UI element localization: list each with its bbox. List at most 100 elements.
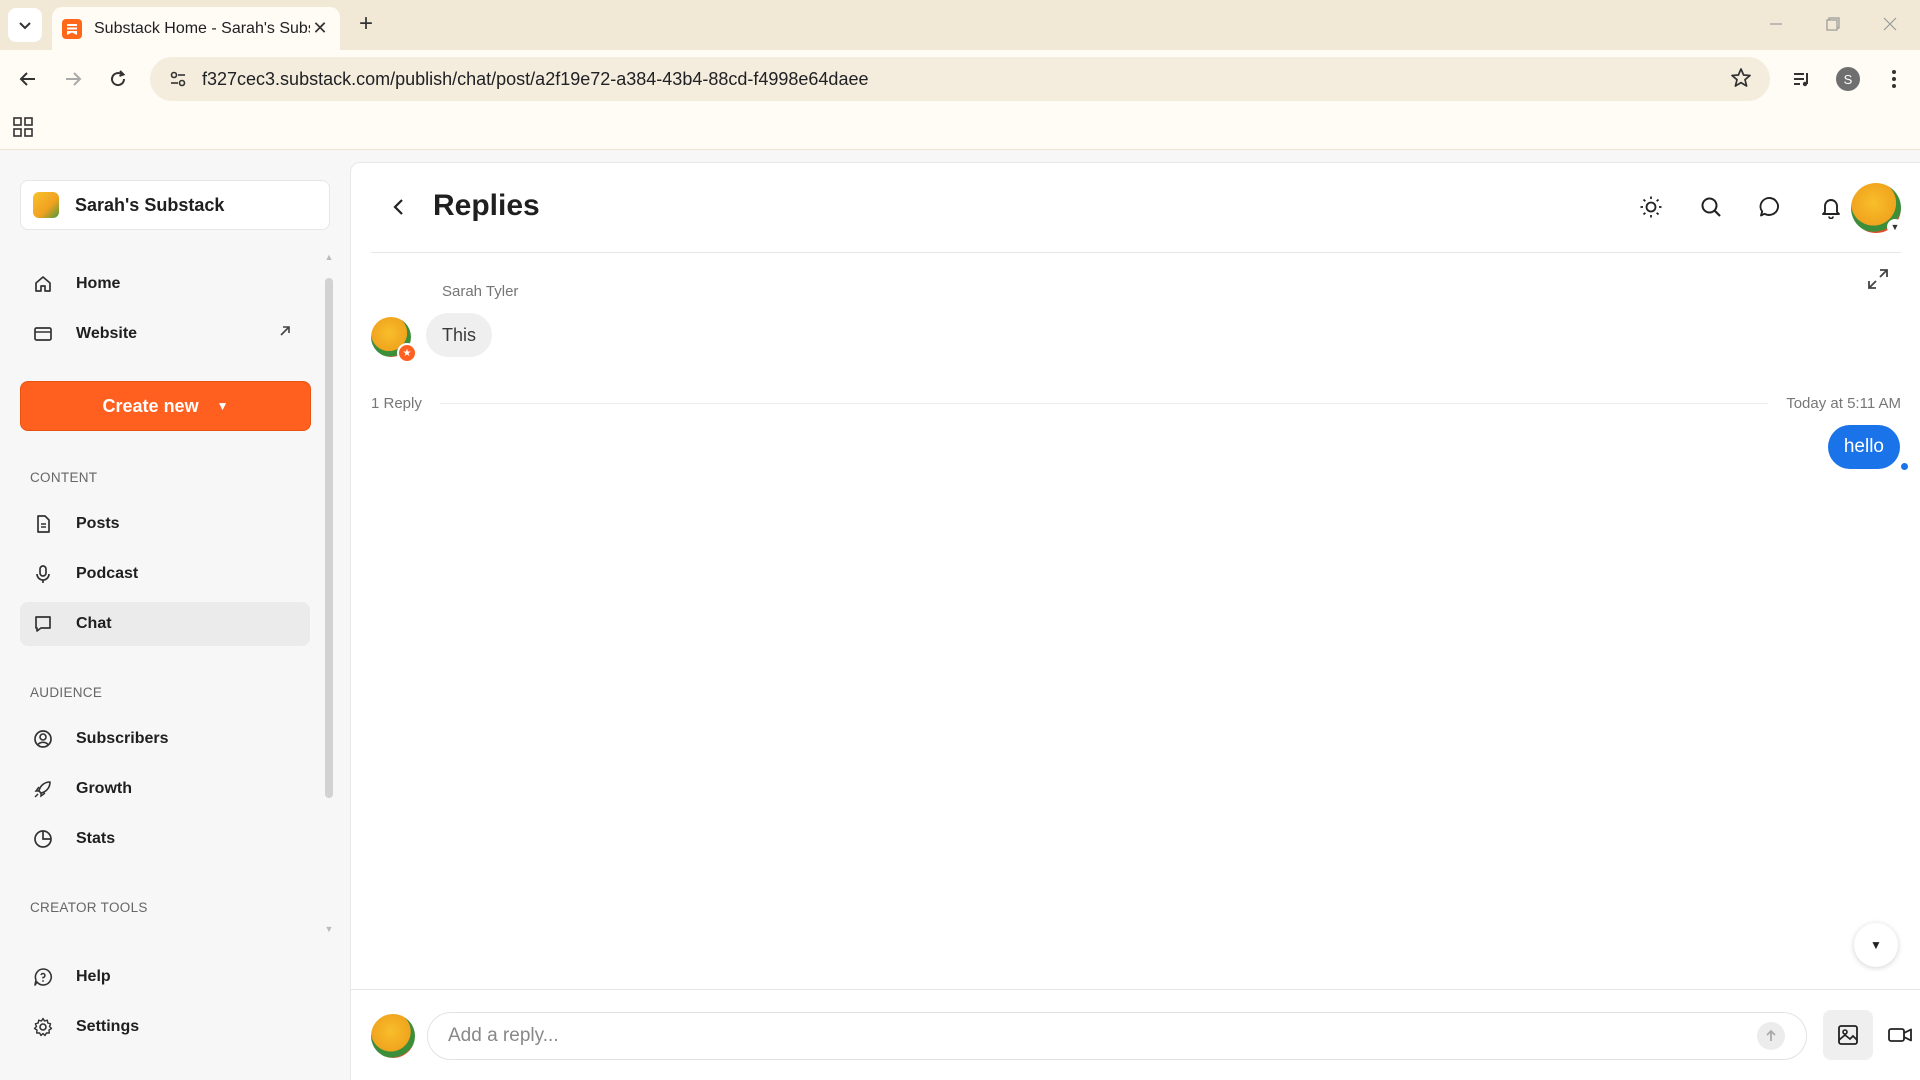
- sidebar-item-website[interactable]: Website: [20, 312, 310, 356]
- section-heading-creator-tools: CREATOR TOOLS: [30, 900, 148, 915]
- site-info-icon[interactable]: [156, 57, 200, 101]
- reload-button[interactable]: [102, 63, 134, 95]
- scroll-up-arrow-icon[interactable]: ▲: [324, 252, 334, 262]
- reply-message[interactable]: hello: [1827, 425, 1900, 469]
- sidebar-item-chat[interactable]: Chat: [20, 602, 310, 646]
- publication-switcher[interactable]: Sarah's Substack: [20, 180, 330, 230]
- star-badge-icon: ★: [397, 343, 417, 363]
- address-bar[interactable]: f327cec3.substack.com/publish/chat/post/…: [150, 57, 1770, 101]
- substack-favicon-icon: [62, 18, 82, 39]
- apps-grid-icon[interactable]: [12, 116, 34, 143]
- queue-music-icon: [1794, 73, 1808, 87]
- caret-down-icon: ▼: [216, 399, 229, 413]
- reload-icon: [111, 70, 126, 87]
- restore-icon: [1826, 17, 1840, 31]
- profile-button[interactable]: S: [1832, 63, 1864, 95]
- tab-close-icon[interactable]: ✕: [310, 18, 330, 39]
- author-avatar[interactable]: ★: [371, 317, 417, 363]
- video-camera-icon: [1888, 1028, 1912, 1042]
- url-text: f327cec3.substack.com/publish/chat/post/…: [202, 68, 869, 89]
- sidebar-item-posts[interactable]: Posts: [20, 502, 310, 546]
- publication-logo: [33, 192, 59, 218]
- sidebar-item-label: Settings: [76, 1018, 140, 1035]
- external-link-icon: [278, 324, 292, 343]
- attach-video-button[interactable]: [1881, 1016, 1919, 1054]
- scrollbar-thumb[interactable]: [325, 278, 333, 798]
- create-new-button[interactable]: Create new ▼: [20, 381, 311, 431]
- section-heading-content: CONTENT: [30, 470, 98, 485]
- rocket-icon: [32, 778, 54, 800]
- arrow-left-icon: [19, 72, 35, 86]
- bell-icon: [1822, 199, 1840, 219]
- image-icon: [1838, 1025, 1858, 1045]
- microphone-icon: [32, 563, 54, 585]
- sidebar-item-settings[interactable]: Settings: [20, 1005, 310, 1049]
- browser-tab-bar: Substack Home - Sarah's Substack ✕ +: [0, 0, 1920, 50]
- arrow-right-icon: [66, 72, 82, 86]
- search-button[interactable]: [1695, 191, 1727, 223]
- sidebar-item-label: Subscribers: [76, 730, 169, 747]
- caret-down-icon: ▼: [1887, 219, 1903, 235]
- theme-toggle-button[interactable]: [1635, 191, 1667, 223]
- replies-header: Replies ▼: [371, 163, 1903, 253]
- user-avatar-menu[interactable]: ▼: [1851, 183, 1903, 235]
- sidebar-item-label: Podcast: [76, 565, 139, 582]
- reply-input[interactable]: [427, 1012, 1807, 1060]
- search-icon: [1701, 197, 1721, 217]
- reply-timestamp: Today at 5:11 AM: [1786, 394, 1901, 412]
- section-heading-audience: AUDIENCE: [30, 685, 103, 700]
- create-new-label: Create new: [102, 395, 199, 416]
- forward-nav-button[interactable]: [57, 63, 89, 95]
- expand-button[interactable]: [1866, 267, 1890, 296]
- browser-menu-button[interactable]: [1878, 63, 1910, 95]
- sidebar-item-help[interactable]: Help: [20, 955, 310, 999]
- reply-composer: [351, 989, 1920, 1080]
- new-tab-button[interactable]: +: [352, 10, 380, 38]
- sidebar-item-growth[interactable]: Growth: [20, 767, 310, 811]
- attach-image-button[interactable]: [1823, 1010, 1873, 1060]
- publication-name: Sarah's Substack: [75, 194, 225, 215]
- message-bubble-icon: [1759, 197, 1779, 217]
- sun-icon: [1640, 196, 1662, 218]
- home-icon: [32, 273, 54, 295]
- caret-down-icon: ▼: [1870, 938, 1882, 952]
- minimize-icon: [1770, 23, 1782, 25]
- original-message[interactable]: This: [426, 313, 493, 357]
- divider-line: [439, 402, 1769, 404]
- media-control-button[interactable]: [1786, 63, 1818, 95]
- back-nav-button[interactable]: [12, 63, 44, 95]
- website-icon: [32, 323, 54, 345]
- composer-avatar: [371, 1014, 415, 1058]
- scroll-down-arrow-icon[interactable]: ▼: [324, 924, 334, 934]
- sidebar-item-subscribers[interactable]: Subscribers: [20, 717, 310, 761]
- message-author: Sarah Tyler: [442, 283, 519, 300]
- restore-button[interactable]: [1813, 8, 1853, 40]
- kebab-menu-icon: [1892, 70, 1896, 88]
- sidebar-item-podcast[interactable]: Podcast: [20, 552, 310, 596]
- sidebar-item-home[interactable]: Home: [20, 262, 310, 306]
- chat-button[interactable]: [1754, 191, 1786, 223]
- bookmarks-bar: [0, 108, 1920, 150]
- bookmark-star-icon[interactable]: [1730, 67, 1752, 94]
- user-circle-icon: [32, 728, 54, 750]
- sidebar: Sarah's Substack ▲ ▼ Home Website Create…: [0, 150, 345, 1080]
- chevron-down-icon: [19, 22, 31, 30]
- chat-icon: [32, 613, 54, 635]
- reply-count: 1 Reply: [371, 394, 422, 412]
- scroll-to-bottom-button[interactable]: ▼: [1854, 923, 1898, 967]
- document-icon: [32, 513, 54, 535]
- tab-search-button[interactable]: [8, 8, 42, 42]
- sidebar-item-label: Growth: [76, 780, 132, 797]
- sidebar-scrollbar[interactable]: ▲ ▼: [324, 252, 334, 934]
- close-window-button[interactable]: [1870, 8, 1910, 40]
- tab-title: Substack Home - Sarah's Substack: [94, 19, 310, 37]
- sidebar-item-stats[interactable]: Stats: [20, 817, 310, 861]
- browser-tab[interactable]: Substack Home - Sarah's Substack ✕: [52, 7, 340, 50]
- send-button[interactable]: [1757, 1022, 1785, 1050]
- sidebar-item-label: Posts: [76, 515, 120, 532]
- sidebar-item-label: Help: [76, 968, 111, 985]
- notifications-button[interactable]: [1815, 191, 1847, 223]
- back-button[interactable]: [385, 193, 413, 221]
- pie-chart-icon: [32, 828, 54, 850]
- minimize-button[interactable]: [1756, 8, 1796, 40]
